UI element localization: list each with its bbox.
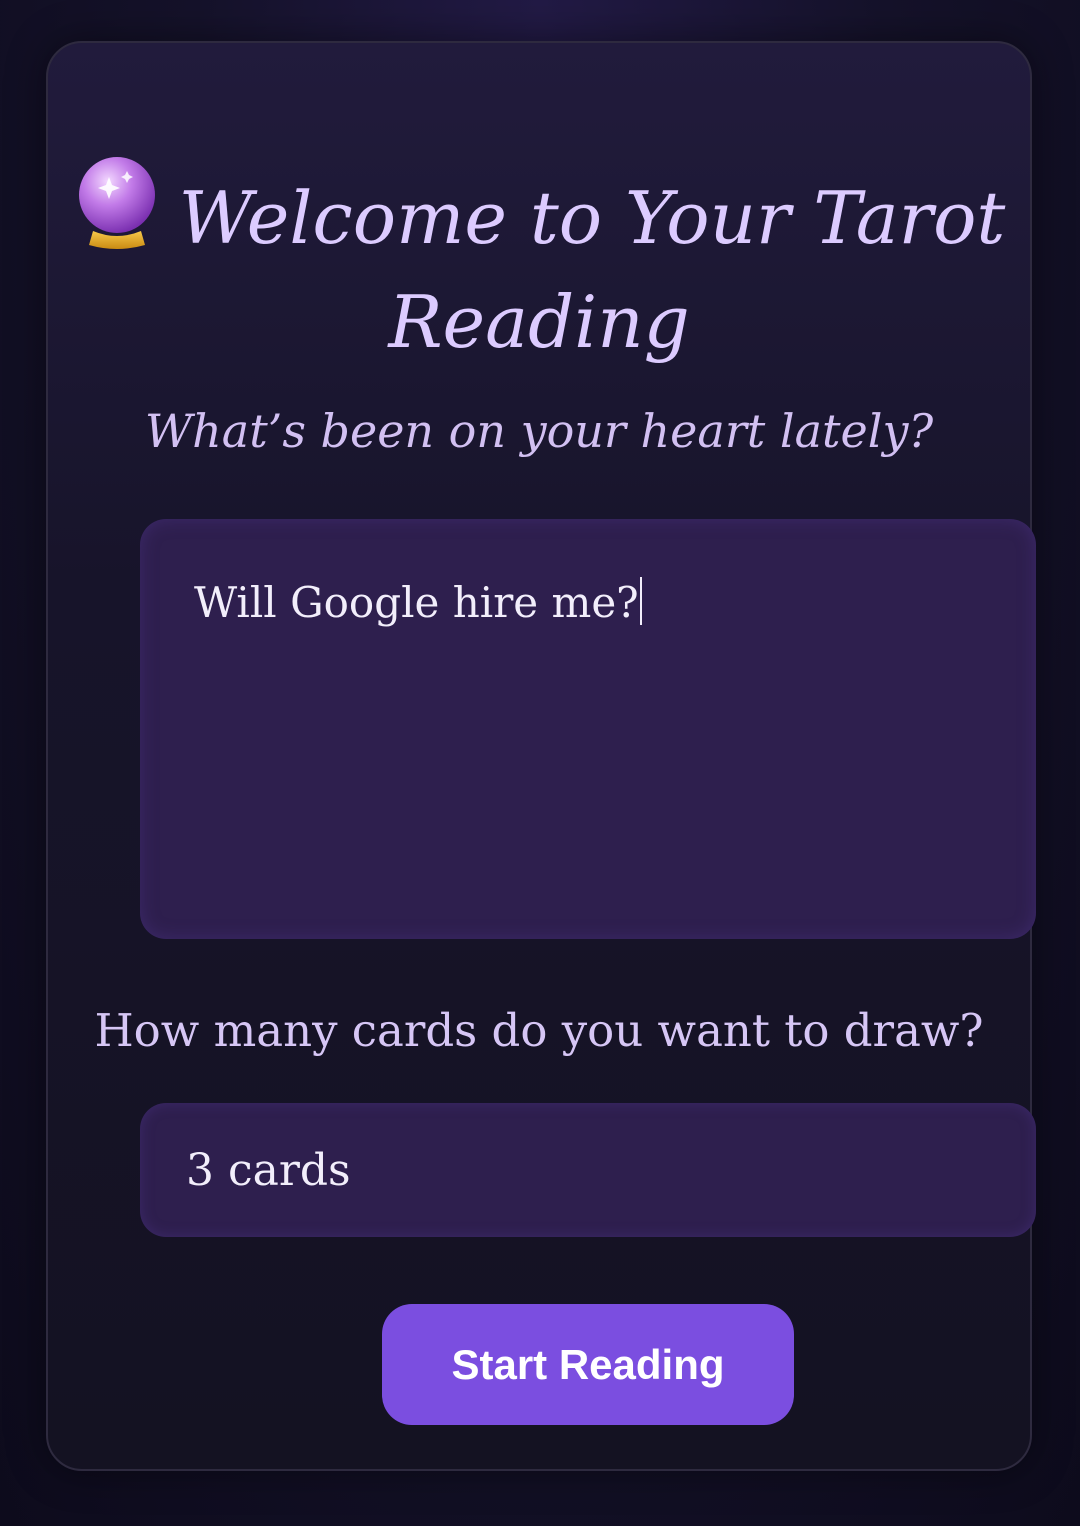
page-title: Welcome to Your Tarot Reading [48, 155, 1030, 374]
start-reading-button[interactable]: Start Reading [382, 1304, 794, 1425]
crystal-ball-icon [73, 155, 161, 251]
card-count-value: 3 cards [186, 1144, 351, 1196]
question-prompt: What’s been on your heart lately? [144, 404, 934, 458]
card-count-label: How many cards do you want to draw? [94, 1004, 984, 1057]
reading-card: Welcome to Your Tarot Reading What’s bee… [46, 41, 1036, 1471]
question-textarea[interactable]: Will Google hire me? [140, 519, 1036, 939]
text-caret [639, 577, 642, 625]
card-count-select[interactable]: 3 cards [140, 1103, 1036, 1237]
title-line-2: Reading [388, 280, 690, 364]
question-text: Will Google hire me? [194, 578, 639, 627]
title-line-1: Welcome to Your Tarot [178, 176, 1006, 260]
